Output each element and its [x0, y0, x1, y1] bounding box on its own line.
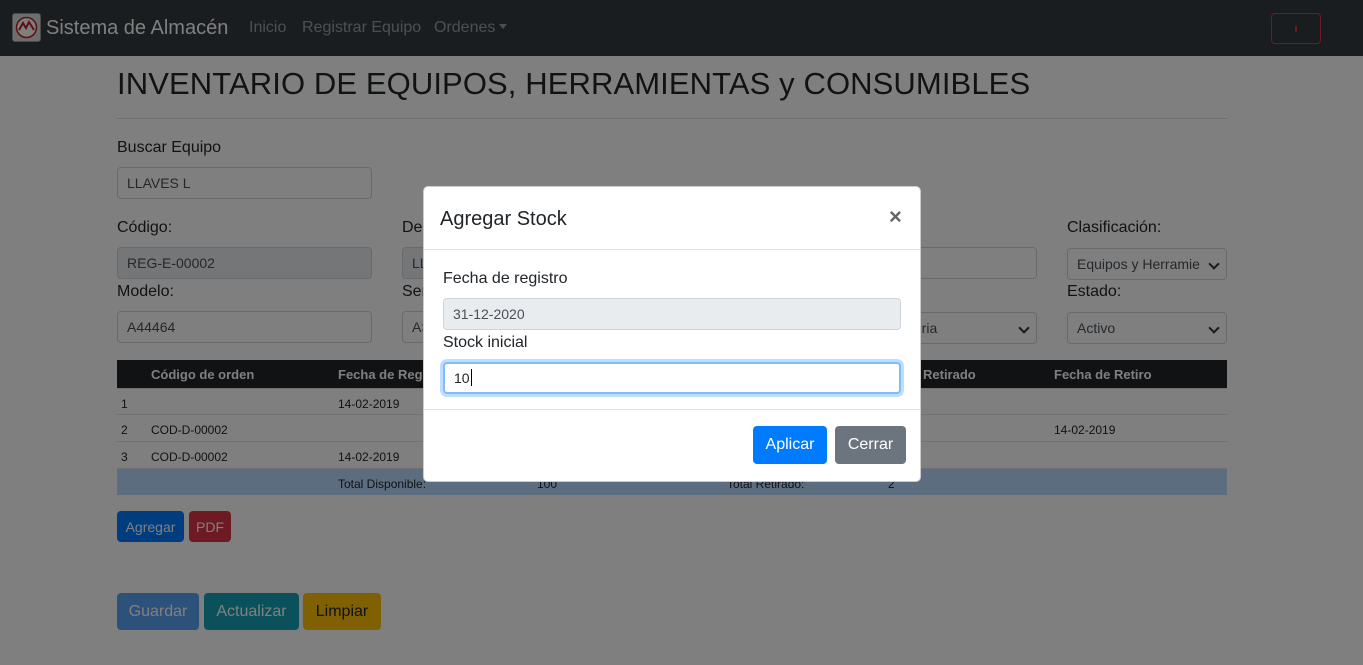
stock-inicial-value: 10 [454, 370, 470, 386]
cerrar-button[interactable]: Cerrar [835, 426, 906, 464]
agregar-stock-modal: Agregar Stock × Fecha de registro 31-12-… [423, 186, 921, 482]
stock-inicial-label: Stock inicial [443, 334, 528, 351]
text-cursor [470, 369, 472, 386]
modal-title: Agregar Stock [440, 208, 567, 230]
fecha-registro-field[interactable]: 31-12-2020 [443, 298, 901, 330]
fecha-registro-label: Fecha de registro [443, 270, 568, 287]
stock-inicial-input[interactable]: 10 [443, 362, 901, 394]
close-icon[interactable]: × [889, 205, 902, 229]
aplicar-button[interactable]: Aplicar [753, 426, 827, 464]
modal-header-divider [424, 249, 920, 250]
modal-footer-divider [424, 409, 920, 410]
